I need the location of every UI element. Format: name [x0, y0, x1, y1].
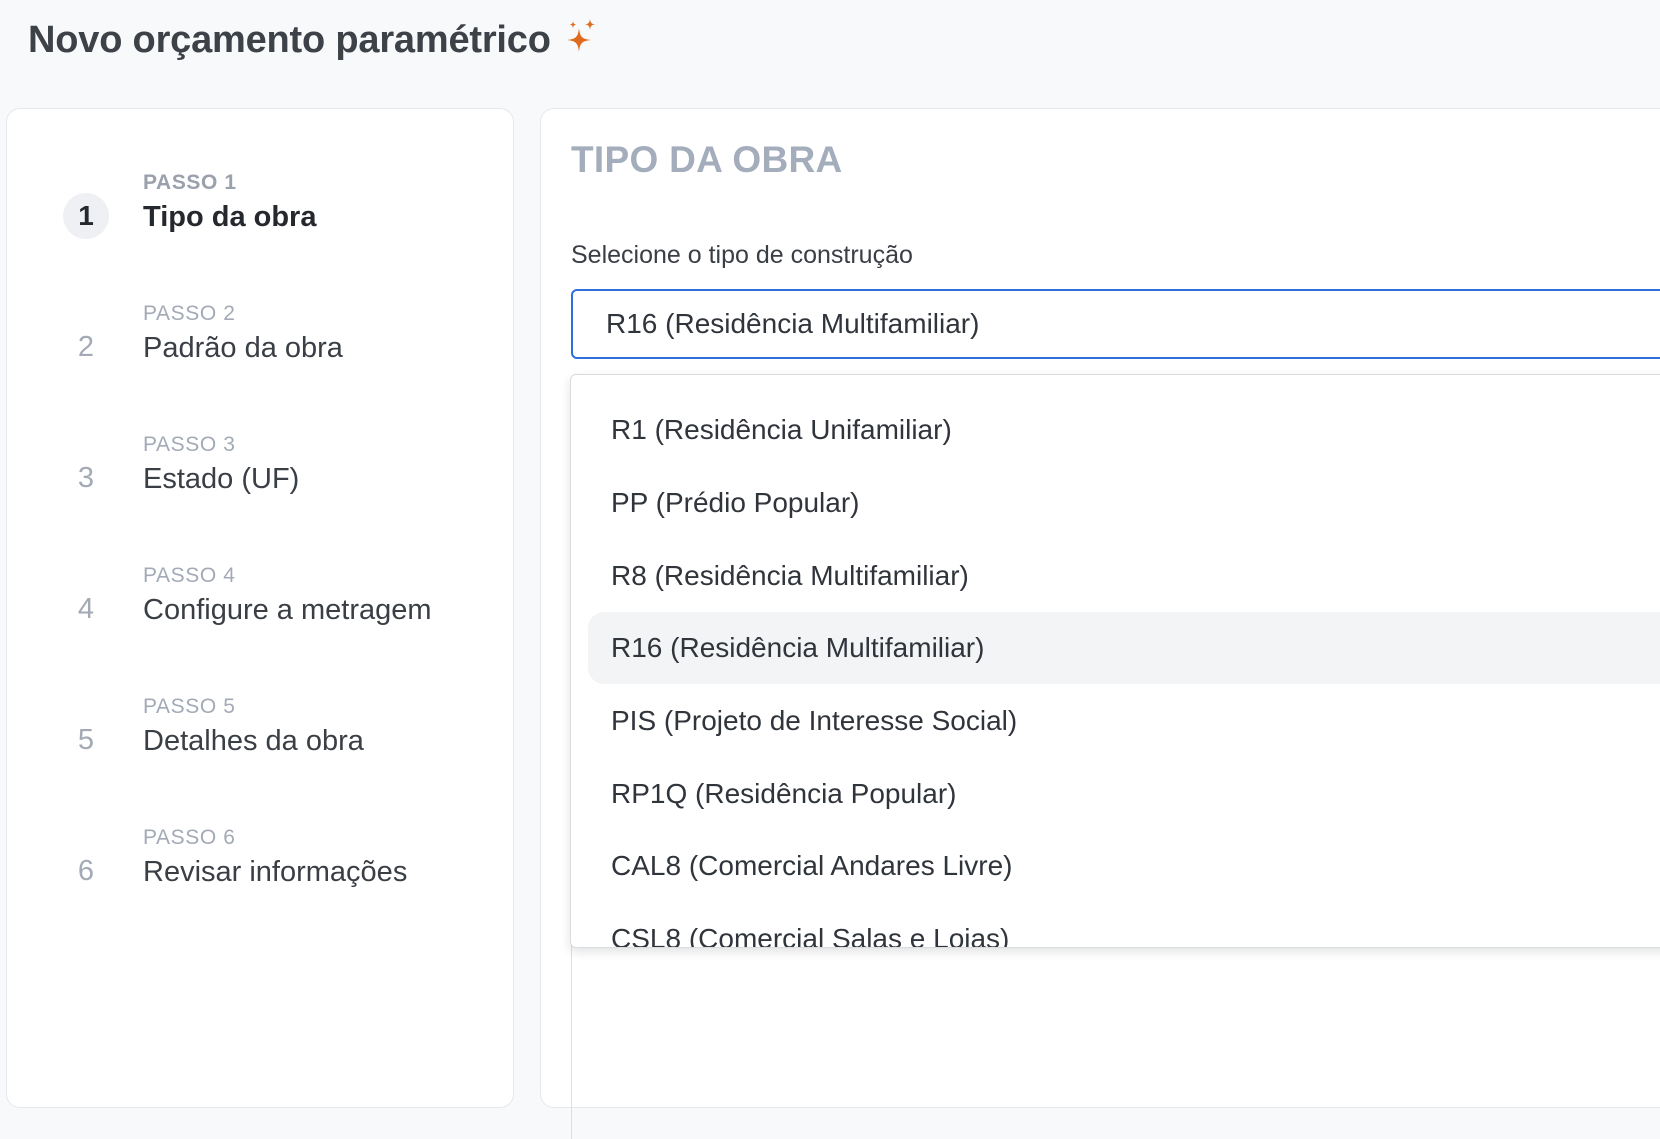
page-title: Novo orçamento paramétrico — [28, 18, 551, 61]
step-eyebrow: PASSO 6 — [143, 826, 236, 849]
construction-type-dropdown[interactable]: R1 (Residência Unifamiliar) PP (Prédio P… — [570, 374, 1660, 948]
step-number: 5 — [77, 723, 95, 756]
step-eyebrow: PASSO 1 — [143, 171, 237, 194]
step-estado-uf[interactable]: 3 PASSO 3 Estado (UF) — [63, 433, 493, 523]
step-title: Tipo da obra — [143, 201, 317, 233]
step-title: Configure a metragem — [143, 594, 432, 626]
lower-field-frame — [571, 939, 1660, 1139]
dropdown-option[interactable]: PIS (Projeto de Interesse Social) — [588, 685, 1660, 757]
step-number: 2 — [77, 330, 95, 363]
step-configure-metragem[interactable]: 4 PASSO 4 Configure a metragem — [63, 564, 493, 654]
step-number: 1 — [63, 193, 109, 239]
step-eyebrow: PASSO 3 — [143, 433, 236, 456]
step-eyebrow: PASSO 5 — [143, 695, 236, 718]
sparkles-icon — [565, 18, 599, 58]
stepper-sidebar: 1 PASSO 1 Tipo da obra 2 PASSO 2 Padrão … — [6, 108, 514, 1108]
step-number: 6 — [77, 854, 95, 887]
step-number: 3 — [77, 461, 95, 494]
step-padrao-da-obra[interactable]: 2 PASSO 2 Padrão da obra — [63, 302, 493, 392]
step-title: Revisar informações — [143, 856, 408, 888]
dropdown-option[interactable]: CAL8 (Comercial Andares Livre) — [588, 830, 1660, 902]
step-eyebrow: PASSO 2 — [143, 302, 236, 325]
section-title: TIPO DA OBRA — [571, 139, 843, 180]
page-header: Novo orçamento paramétrico — [28, 14, 599, 66]
step-title: Detalhes da obra — [143, 725, 364, 757]
step-detalhes-da-obra[interactable]: 5 PASSO 5 Detalhes da obra — [63, 695, 493, 785]
dropdown-option[interactable]: R1 (Residência Unifamiliar) — [588, 394, 1660, 466]
step-title: Estado (UF) — [143, 463, 300, 495]
step-number: 4 — [77, 592, 95, 625]
step-eyebrow: PASSO 4 — [143, 564, 236, 587]
construction-type-select[interactable]: R16 (Residência Multifamiliar) — [571, 289, 1660, 359]
step-title: Padrão da obra — [143, 332, 343, 364]
construction-type-label: Selecione o tipo de construção — [571, 241, 913, 269]
dropdown-option-selected[interactable]: R16 (Residência Multifamiliar) — [588, 612, 1660, 684]
dropdown-option[interactable]: CSL8 (Comercial Salas e Lojas) — [588, 903, 1660, 947]
dropdown-option[interactable]: R8 (Residência Multifamiliar) — [588, 540, 1660, 612]
step-revisar-informacoes[interactable]: 6 PASSO 6 Revisar informações — [63, 826, 493, 916]
dropdown-option[interactable]: PP (Prédio Popular) — [588, 467, 1660, 539]
dropdown-option[interactable]: RP1Q (Residência Popular) — [588, 758, 1660, 830]
step-tipo-da-obra[interactable]: 1 PASSO 1 Tipo da obra — [63, 171, 493, 261]
